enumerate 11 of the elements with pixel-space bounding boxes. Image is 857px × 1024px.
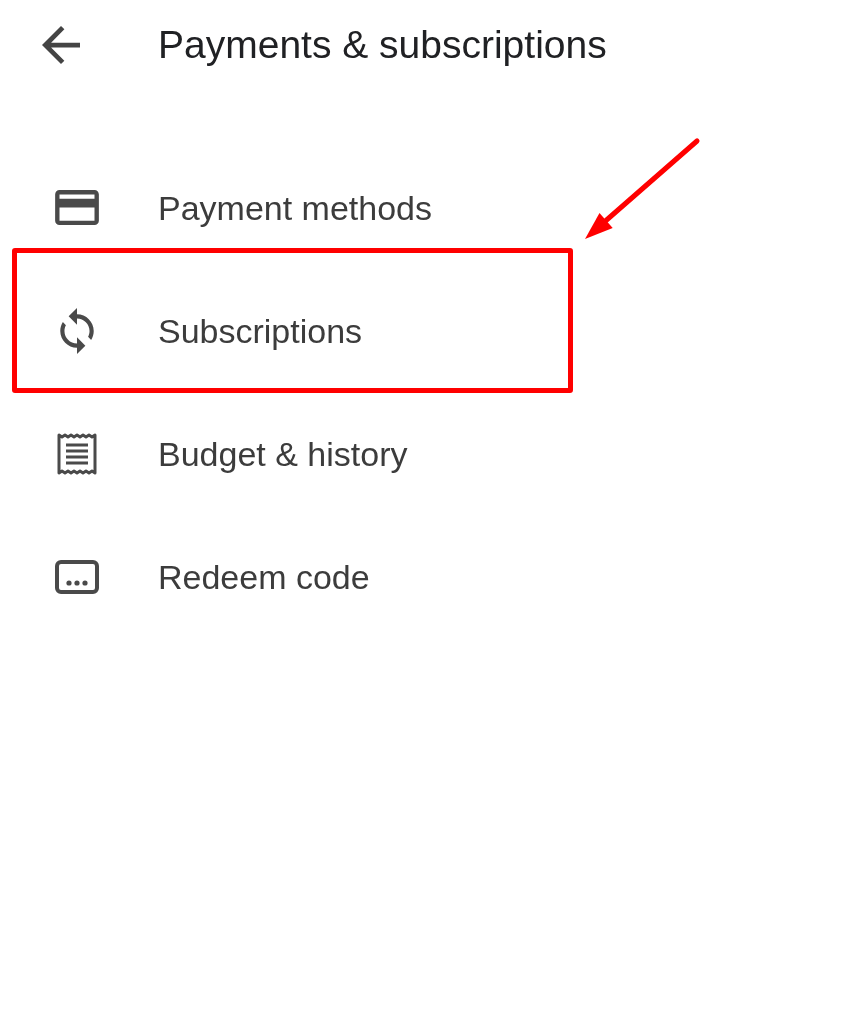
dots-card-icon xyxy=(55,559,99,594)
back-button[interactable] xyxy=(40,24,82,66)
menu-item[interactable]: Payment methods xyxy=(0,146,857,269)
menu-item[interactable]: Redeem code xyxy=(0,515,857,638)
menu-item[interactable]: Budget & history xyxy=(0,392,857,515)
page-title: Payments & subscriptions xyxy=(158,22,607,68)
menu-item[interactable]: Subscriptions xyxy=(0,269,857,392)
credit-card-icon xyxy=(55,190,99,225)
sync-icon xyxy=(60,307,94,354)
back-icon xyxy=(42,26,80,64)
receipt-icon xyxy=(57,432,97,475)
